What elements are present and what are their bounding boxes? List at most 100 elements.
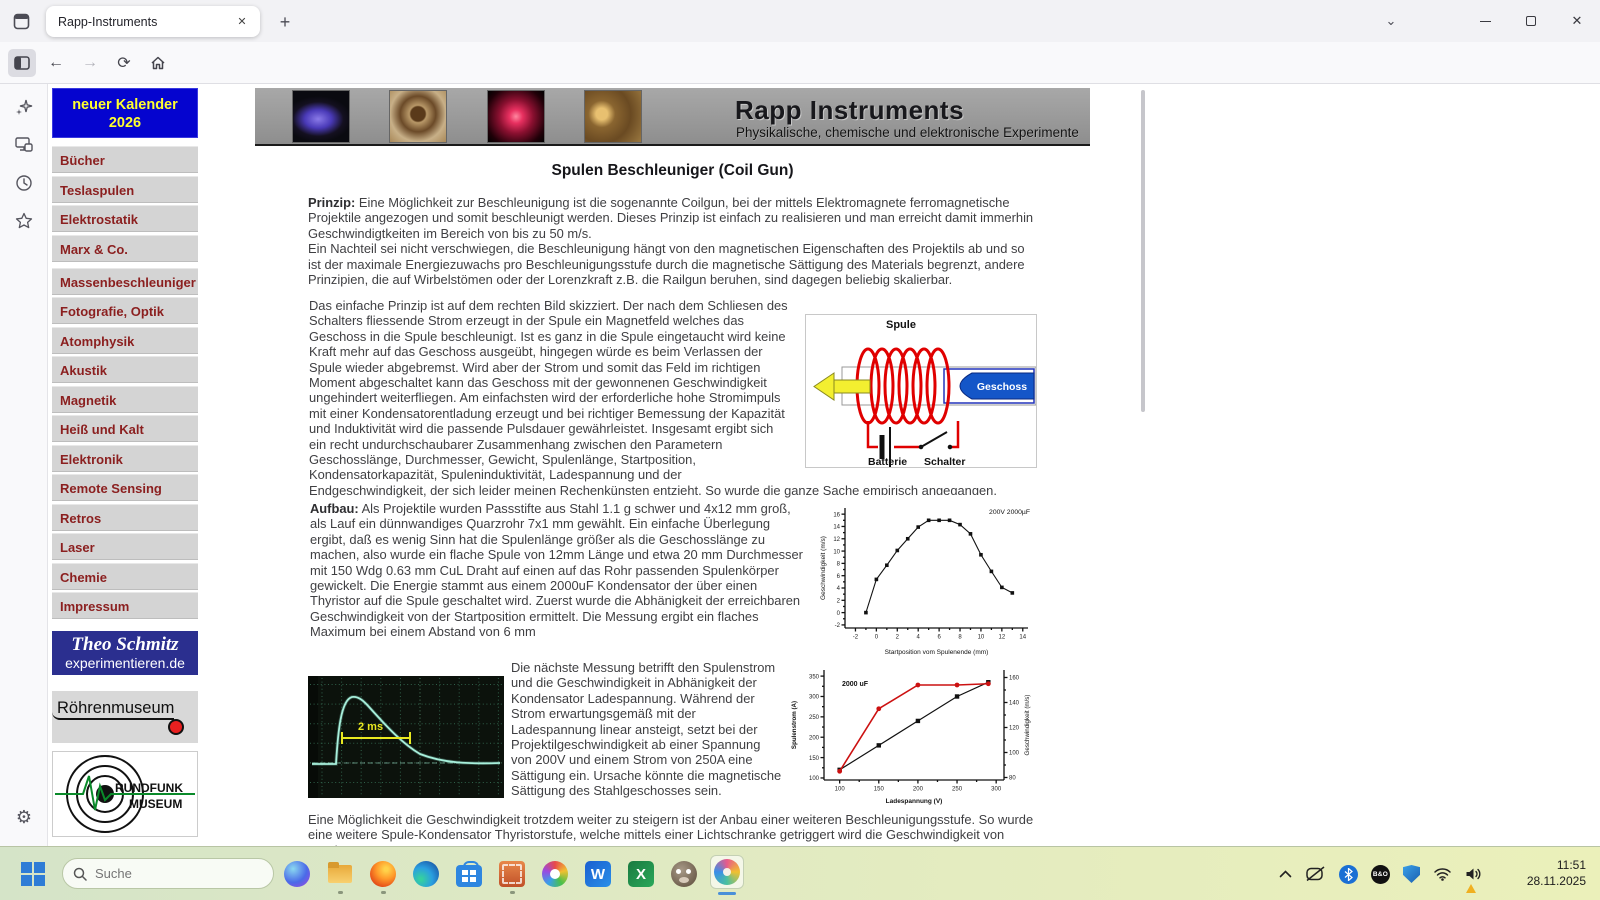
system-tray: B&O [1279,847,1482,900]
forward-button: → [76,49,104,77]
bookmarks-star-icon[interactable] [9,206,39,236]
page-scrollbar-thumb[interactable] [1141,90,1145,412]
bluetooth-icon[interactable] [1339,865,1358,884]
touchpad-off-icon[interactable] [1305,866,1326,882]
banner-photo-electrodes [584,90,642,143]
taskbar-search[interactable] [62,858,274,889]
svg-text:200V 2000µF: 200V 2000µF [989,509,1030,516]
tray-expand-icon[interactable] [1279,870,1292,878]
sidebar-item-marx-co[interactable]: Marx & Co. [52,235,198,262]
bang-olufsen-icon[interactable]: B&O [1371,865,1390,884]
sidebar-item-retros[interactable]: Retros [52,504,198,531]
close-button[interactable]: ✕ [1554,0,1600,42]
svg-text:2000 uF: 2000 uF [842,681,869,688]
sidebar-item-chemie[interactable]: Chemie [52,563,198,590]
settings-gear-icon[interactable]: ⚙ [9,802,39,832]
roehrenmuseum-banner[interactable]: Röhrenmuseum [52,691,198,743]
svg-text:100: 100 [809,776,820,782]
site-nav-list: Bücher TeslaspulenElektrostatik Marx & Co.… [52,146,198,619]
diagram-label-geschoss: Geschoss [977,381,1027,393]
svg-text:8: 8 [958,635,962,641]
svg-text:300: 300 [991,787,1002,793]
wifi-icon[interactable] [1433,867,1452,881]
svg-text:2: 2 [837,599,841,605]
chart-ladespannung-figure: 1001502002503001001502002503003508010012… [788,660,1034,806]
history-clock-icon[interactable] [9,168,39,198]
excel-icon[interactable]: X [627,861,655,887]
svg-text:160: 160 [1009,676,1020,682]
back-button[interactable]: ← [42,49,70,77]
svg-text:16: 16 [833,512,840,518]
defender-alert-icon[interactable] [1403,865,1420,883]
home-button[interactable] [144,49,172,77]
tab-list-chevron-icon[interactable]: ⌄ [1378,8,1404,34]
search-input[interactable] [95,866,245,881]
file-explorer-icon[interactable] [326,861,354,887]
word-icon[interactable]: W [584,861,612,887]
prinzip-text: Eine Möglichkeit zur Beschleunigung ist … [308,195,1033,241]
svg-text:Spulenstrom (A): Spulenstrom (A) [791,701,798,749]
taskbar-clock[interactable]: 11:51 28.11.2025 [1527,857,1586,889]
reload-button[interactable]: ⟳ [110,49,138,77]
sidebar-item-fotografie-optik[interactable]: Fotografie, Optik [52,297,198,324]
svg-text:4: 4 [917,635,921,641]
sidebar-item-teslaspulen[interactable]: Teslaspulen [52,176,198,203]
svg-text:14: 14 [1019,635,1026,641]
kalender-line1: neuer Kalender [53,96,197,114]
svg-text:4: 4 [837,586,841,592]
firefox-view-icon[interactable] [8,8,34,34]
firefox-icon[interactable] [369,861,397,887]
site-header-banner: Rapp Instruments Physikalische, chemisch… [255,88,1090,146]
oscilloscope-image: 2 ms [308,676,504,798]
svg-text:300: 300 [809,695,820,701]
sidebar-item-remote-sensing[interactable]: Remote Sensing [52,474,198,501]
microsoft-store-icon[interactable] [455,862,483,887]
sidebar-item-massenbeschleuniger[interactable]: Massenbeschleuniger [52,268,198,295]
browser-tab[interactable]: Rapp-Instruments ✕ [46,6,260,37]
new-tab-button[interactable]: + [272,9,298,35]
tab-close-icon[interactable]: ✕ [232,12,252,32]
synced-tabs-icon[interactable] [9,130,39,160]
sidebar-item-elektrostatik[interactable]: Elektrostatik [52,205,198,232]
sidebar-item-hei-und-kalt[interactable]: Heiß und Kalt [52,415,198,442]
sidebar-item-elektronik[interactable]: Elektronik [52,445,198,472]
sidebar-item-bucher[interactable]: Bücher [52,146,198,173]
paragraph-prinzip: Prinzip: Eine Möglichkeit zur Beschleuni… [308,195,1038,287]
sidebar-item-impressum[interactable]: Impressum [52,592,198,619]
scope-annotation: 2 ms [358,721,383,733]
ai-sparkle-icon[interactable] [9,92,39,122]
rundfunkmuseum-banner[interactable]: RUNDFUNK MUSEUM [52,751,198,837]
paragraph-prinzipbild: Spule Geschoss [309,298,1037,498]
coil-winding [857,349,949,423]
svg-text:12: 12 [833,537,840,543]
maximize-button[interactable] [1508,0,1554,42]
prinzip-lead: Prinzip: [308,195,355,210]
sidebar-item-akustik[interactable]: Akustik [52,356,198,383]
sidebar-item-atomphysik[interactable]: Atomphysik [52,327,198,354]
gimp-icon[interactable] [670,861,698,887]
defender-warning-triangle [1466,884,1476,893]
tab-title: Rapp-Instruments [58,15,232,29]
svg-text:Geschwindigkeit (m/s): Geschwindigkeit (m/s) [1024,695,1031,756]
volume-icon[interactable] [1465,867,1482,881]
copilot-icon[interactable] [283,861,311,887]
start-button[interactable] [18,859,48,889]
theo-schmitz-banner[interactable]: Theo Schmitz experimentieren.de [52,631,198,675]
sidebar-toggle-icon[interactable] [8,49,36,77]
photos-icon[interactable] [541,861,569,887]
svg-text:2: 2 [896,635,900,641]
minimize-button[interactable] [1462,0,1508,42]
site-title: Rapp Instruments [735,95,964,126]
edge-icon[interactable] [412,861,440,887]
svg-text:0: 0 [837,611,841,617]
sidebar-item-magnetik[interactable]: Magnetik [52,386,198,413]
paint-icon[interactable] [713,859,741,889]
taskbar-apps: W X [283,847,741,900]
paragraph-aufbau: -202468101214-20246810121416200V 2000µFS… [310,495,1036,661]
svg-text:250: 250 [809,715,820,721]
sidebar-item-laser[interactable]: Laser [52,533,198,560]
browser-toolbar: ← → ⟳ www.rapp-instruments.de/index_neu.… [0,42,1600,84]
movies-tv-icon[interactable] [498,861,526,887]
kalender-banner[interactable]: neuer Kalender 2026 [52,88,198,138]
chart-startposition-figure: -202468101214-20246810121416200V 2000µFS… [818,495,1036,657]
